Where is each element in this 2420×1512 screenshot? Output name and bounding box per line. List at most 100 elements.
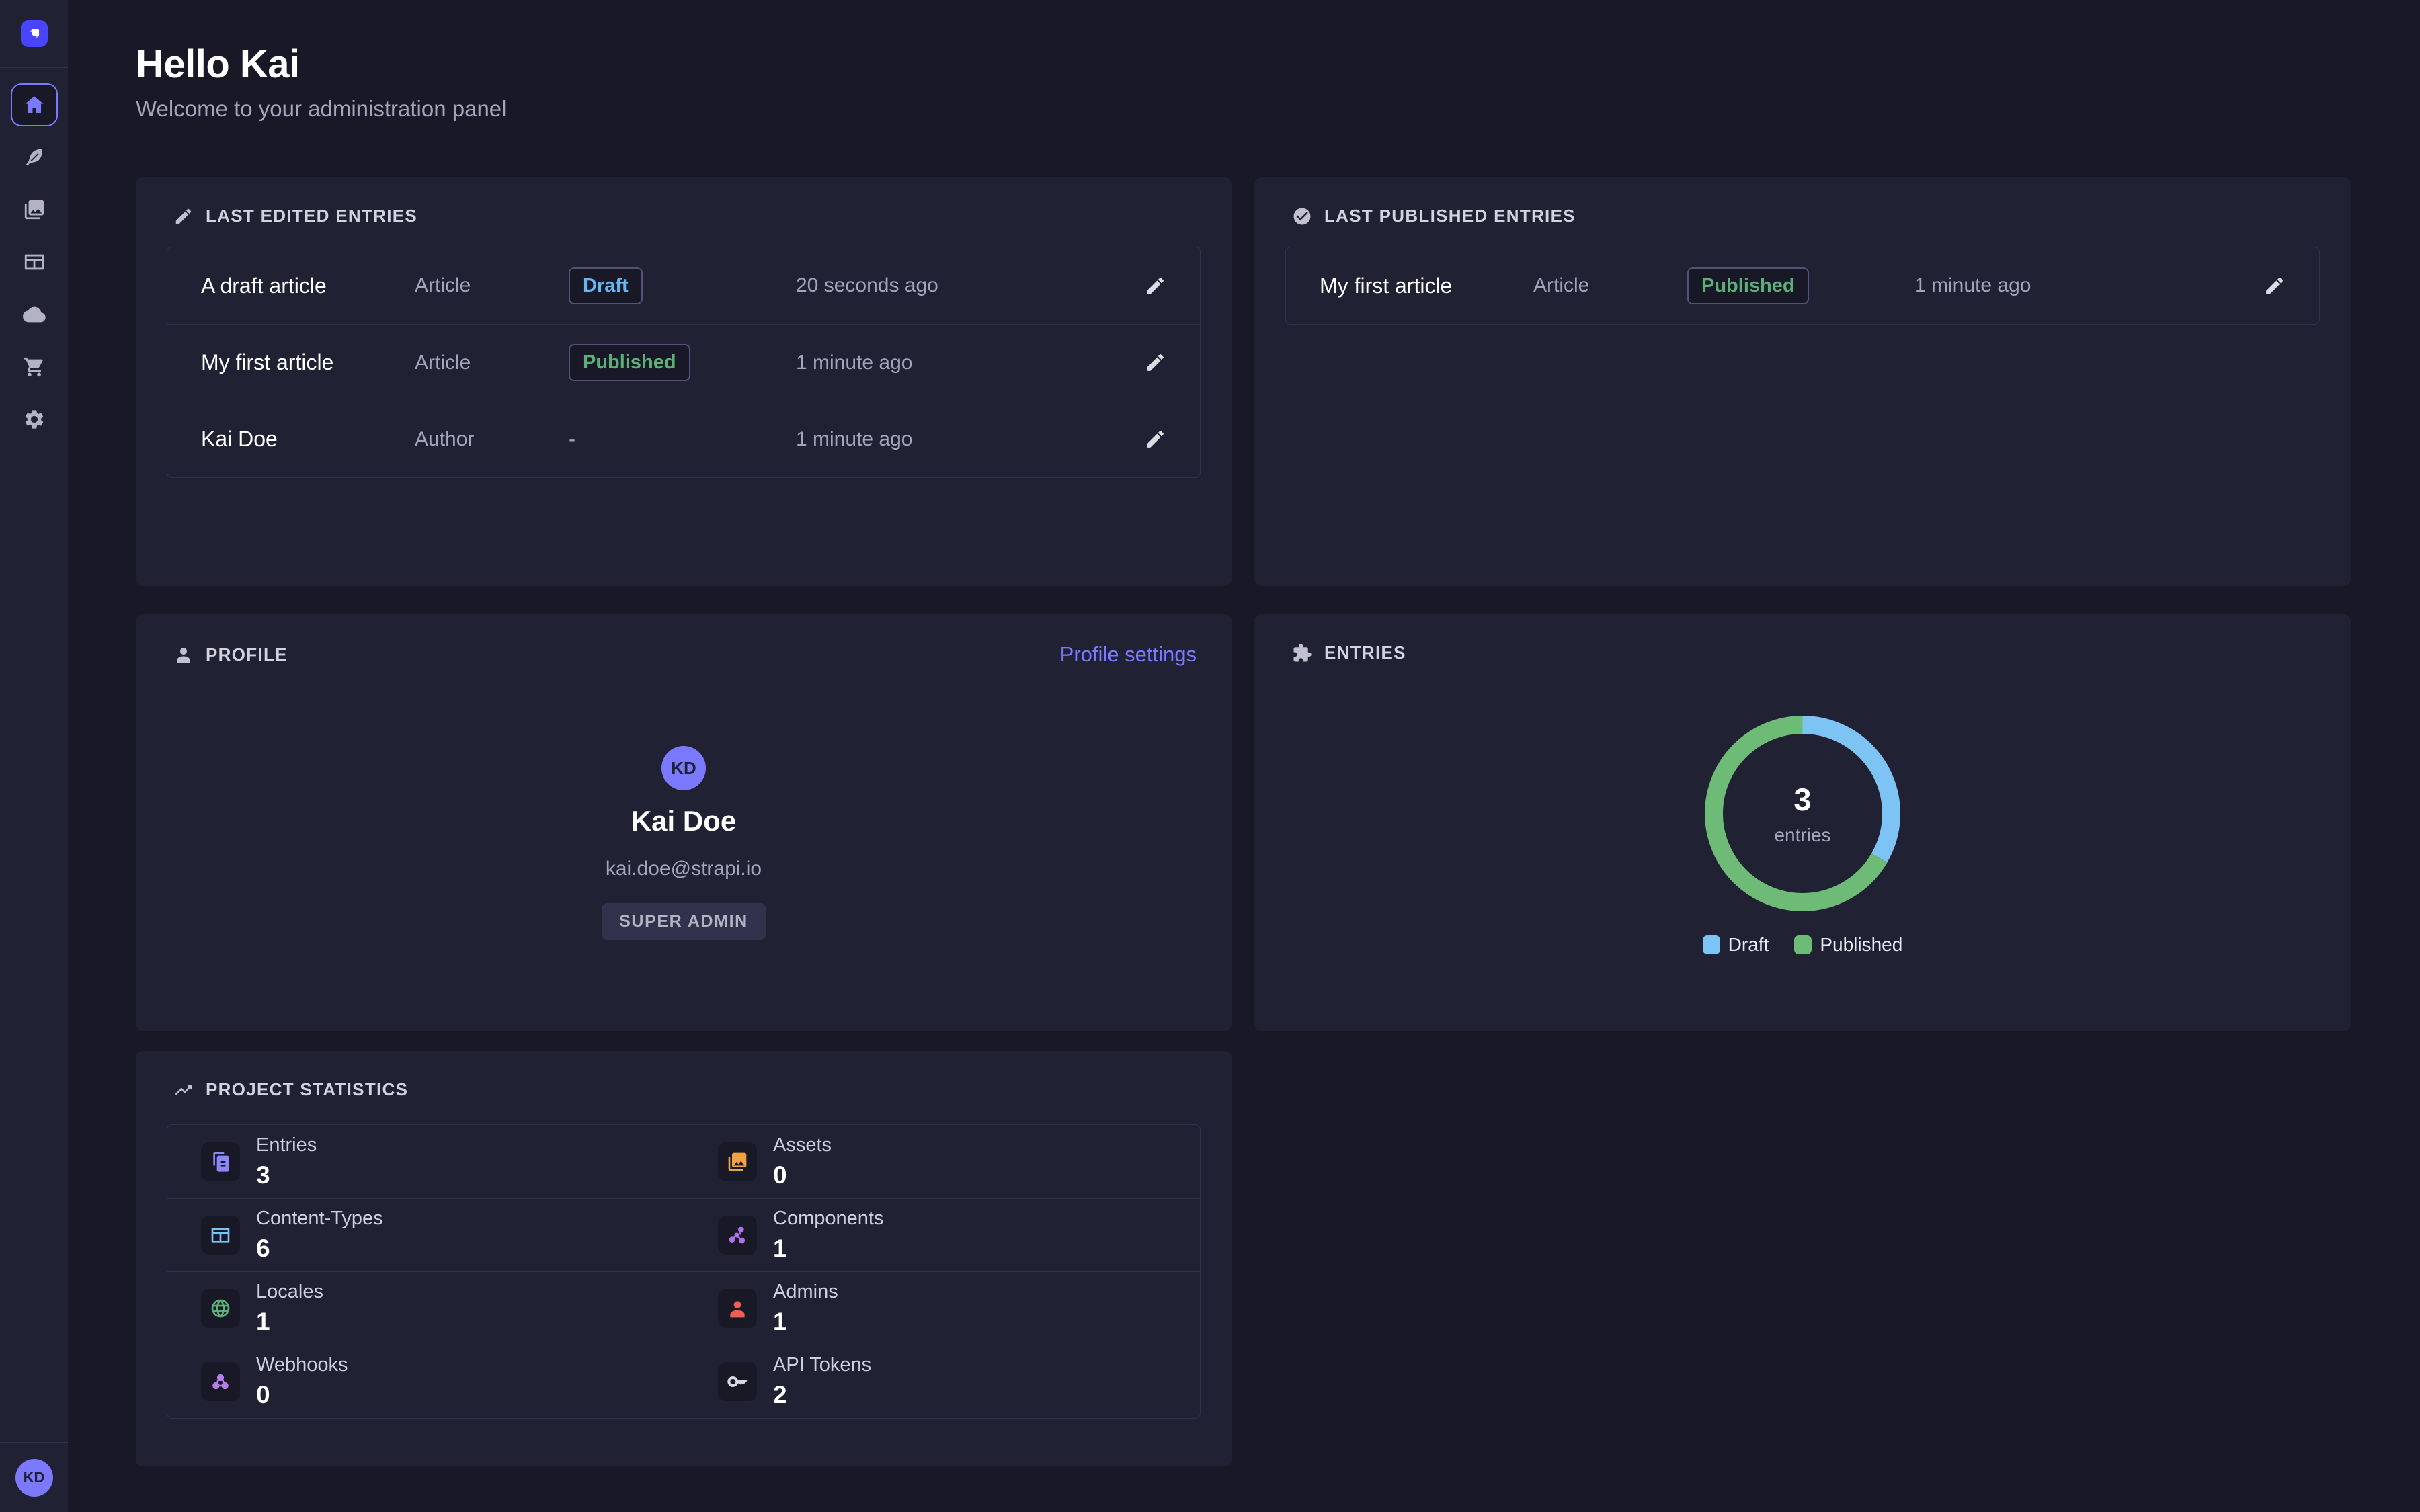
- sidebar-item-content-manager[interactable]: [11, 136, 58, 179]
- legend-swatch: [1703, 935, 1720, 954]
- profile-name: Kai Doe: [631, 805, 736, 837]
- stat-text: Entries 3: [256, 1134, 317, 1189]
- sidebar-item-settings[interactable]: [11, 398, 58, 441]
- stat-text: Components 1: [773, 1208, 883, 1263]
- stat-entries: Entries 3: [167, 1125, 684, 1198]
- strapi-logo-icon: [26, 25, 43, 42]
- stat-value: 1: [773, 1308, 838, 1336]
- pencil-icon: [173, 206, 194, 226]
- widget-header: LAST EDITED ENTRIES: [136, 177, 1232, 226]
- stat-text: Assets 0: [773, 1134, 832, 1189]
- stat-value: 0: [773, 1161, 832, 1189]
- widget-title: LAST EDITED ENTRIES: [206, 206, 417, 226]
- trend-up-icon: [173, 1080, 194, 1100]
- sidebar-footer: KD: [0, 1442, 68, 1512]
- stat-label: Entries: [256, 1134, 317, 1157]
- legend-item: Published: [1794, 934, 1902, 956]
- entry-name: A draft article: [201, 274, 415, 298]
- page-title: Hello Kai: [136, 42, 507, 87]
- stat-label: API Tokens: [773, 1354, 871, 1376]
- widget-header: PROJECT STATISTICS: [136, 1051, 1232, 1100]
- stat-admins: Admins 1: [684, 1271, 1200, 1345]
- nodes-icon: [718, 1216, 757, 1255]
- table-row: My first article Article Published 1 min…: [1286, 247, 2319, 324]
- webhook-icon: [201, 1362, 240, 1401]
- entry-updated-time: 1 minute ago: [796, 351, 1144, 374]
- pictures-icon: [718, 1142, 757, 1181]
- stat-value: 2: [773, 1381, 871, 1409]
- stat-value: 6: [256, 1234, 383, 1263]
- donut-center: 3 entries: [1703, 714, 1902, 913]
- puzzle-icon: [1292, 643, 1312, 663]
- status-badge: Draft: [569, 267, 643, 304]
- user-icon: [173, 644, 194, 665]
- stat-text: Webhooks 0: [256, 1354, 348, 1409]
- last-published-entries-widget: LAST PUBLISHED ENTRIES My first article …: [1254, 177, 2351, 586]
- entry-type: Article: [1533, 274, 1687, 297]
- entries-count: 3: [1793, 781, 1811, 818]
- table-row: My first article Article Published 1 min…: [167, 324, 1200, 401]
- strapi-logo[interactable]: [21, 20, 48, 47]
- legend-label: Published: [1820, 934, 1902, 956]
- legend-swatch: [1794, 935, 1812, 954]
- stat-webhooks: Webhooks 0: [167, 1345, 684, 1418]
- table-row: Kai Doe Author - 1 minute ago: [167, 401, 1200, 477]
- sidebar-item-media-library[interactable]: [11, 188, 58, 231]
- sidebar-item-deploy[interactable]: [11, 293, 58, 336]
- stat-label: Components: [773, 1208, 883, 1230]
- entries-donut-chart: 3 entries: [1703, 714, 1902, 913]
- project-statistics-widget: PROJECT STATISTICS Entries 3 Assets 0: [136, 1051, 1232, 1466]
- stat-api-tokens: API Tokens 2: [684, 1345, 1200, 1418]
- profile-settings-link[interactable]: Profile settings: [1060, 642, 1197, 667]
- stat-label: Assets: [773, 1134, 832, 1157]
- entry-updated-time: 1 minute ago: [1914, 274, 2263, 297]
- entry-updated-time: 20 seconds ago: [796, 274, 1144, 297]
- documents-icon: [201, 1142, 240, 1181]
- edit-entry-button[interactable]: [2263, 275, 2286, 297]
- widget-title: ENTRIES: [1324, 642, 1406, 663]
- stat-value: 0: [256, 1381, 348, 1409]
- sidebar-item-home[interactable]: [11, 83, 58, 126]
- legend-label: Draft: [1728, 934, 1769, 956]
- stat-assets: Assets 0: [684, 1125, 1200, 1198]
- edit-entry-button[interactable]: [1144, 351, 1166, 374]
- entry-status-cell: Published: [569, 344, 796, 381]
- status-badge: -: [569, 428, 575, 451]
- stat-content-types: Content-Types 6: [167, 1198, 684, 1271]
- page-header: Hello Kai Welcome to your administration…: [136, 42, 507, 122]
- stat-text: API Tokens 2: [773, 1354, 871, 1409]
- entry-name: My first article: [201, 350, 415, 375]
- globe-icon: [201, 1289, 240, 1328]
- edit-entry-button[interactable]: [1144, 428, 1166, 450]
- profile-body: KD Kai Doe kai.doe@strapi.io SUPER ADMIN: [136, 667, 1232, 940]
- sidebar-item-content-type-builder[interactable]: [11, 241, 58, 284]
- chart-legend: Draft Published: [1254, 934, 2351, 956]
- sidebar-nav: [0, 68, 68, 446]
- stat-locales: Locales 1: [167, 1271, 684, 1345]
- edit-entry-button[interactable]: [1144, 275, 1166, 297]
- profile-email: kai.doe@strapi.io: [606, 857, 762, 880]
- check-circle-icon: [1292, 206, 1312, 226]
- user-avatar[interactable]: KD: [15, 1459, 53, 1497]
- stat-value: 1: [773, 1234, 883, 1263]
- layout-icon: [201, 1216, 240, 1255]
- profile-widget: PROFILE Profile settings KD Kai Doe kai.…: [136, 614, 1232, 1031]
- profile-role-badge: SUPER ADMIN: [602, 903, 766, 940]
- stat-value: 1: [256, 1308, 323, 1336]
- stats-grid: Entries 3 Assets 0 Content-Types 6: [167, 1124, 1201, 1419]
- entry-updated-time: 1 minute ago: [796, 428, 1144, 451]
- stat-text: Admins 1: [773, 1281, 838, 1336]
- stat-components: Components 1: [684, 1198, 1200, 1271]
- stat-label: Admins: [773, 1281, 838, 1303]
- entry-type: Article: [415, 274, 569, 297]
- stat-value: 3: [256, 1161, 317, 1189]
- status-badge: Published: [569, 344, 690, 381]
- sidebar-item-marketplace[interactable]: [11, 345, 58, 388]
- stat-text: Content-Types 6: [256, 1208, 383, 1263]
- status-badge: Published: [1687, 267, 1809, 304]
- widget-title: PROFILE: [206, 644, 288, 665]
- last-published-table: My first article Article Published 1 min…: [1285, 247, 2320, 325]
- widget-title: PROJECT STATISTICS: [206, 1079, 408, 1100]
- entries-count-label: entries: [1774, 825, 1830, 846]
- entry-name: Kai Doe: [201, 427, 415, 452]
